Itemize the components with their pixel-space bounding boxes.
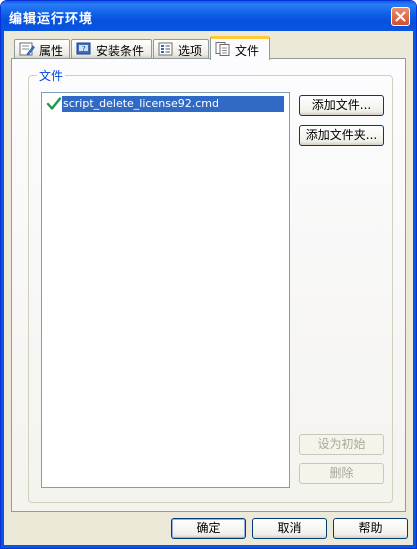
- ok-button[interactable]: 确定: [171, 518, 246, 539]
- tab-label: 选项: [178, 44, 203, 58]
- window-title: 编辑运行环境: [9, 12, 94, 27]
- svg-text:?: ?: [82, 45, 86, 53]
- window-frame-right: [413, 31, 416, 548]
- window-frame-bottom: [1, 545, 416, 548]
- file-name: script_delete_license92.cmd: [62, 96, 284, 112]
- help-button[interactable]: 帮助: [333, 518, 408, 539]
- delete-button[interactable]: 删除: [299, 463, 384, 484]
- files-icon: [215, 42, 230, 56]
- tab-panel-files: 文件 script_delete_license92.cmd 添加文件... 添…: [11, 58, 406, 512]
- set-initial-button[interactable]: 设为初始: [299, 434, 384, 455]
- close-icon: [395, 11, 406, 22]
- tab-label: 属性: [39, 44, 64, 58]
- tab-label: 文件: [235, 44, 260, 58]
- tab-files[interactable]: 文件: [210, 36, 270, 60]
- tab-install-conditions[interactable]: ? 安装条件: [71, 39, 152, 58]
- title-bar[interactable]: 编辑运行环境: [1, 1, 416, 31]
- tab-options[interactable]: 选项: [153, 39, 209, 58]
- dialog-window: 编辑运行环境 属性 ? 安装条件 选项 文件 文件 script_delete_…: [0, 0, 417, 549]
- add-file-button[interactable]: 添加文件...: [299, 95, 384, 116]
- properties-icon: [19, 42, 35, 56]
- files-group-title: 文件: [37, 67, 66, 84]
- check-icon: [46, 97, 62, 110]
- add-folder-button[interactable]: 添加文件夹...: [299, 125, 384, 146]
- cancel-button[interactable]: 取消: [252, 518, 327, 539]
- window-frame-left: [1, 31, 4, 548]
- options-icon: [158, 42, 173, 56]
- tab-label: 安装条件: [96, 44, 145, 58]
- tab-properties[interactable]: 属性: [14, 39, 70, 58]
- list-item[interactable]: script_delete_license92.cmd: [46, 96, 284, 112]
- file-list[interactable]: script_delete_license92.cmd: [41, 92, 290, 488]
- close-button[interactable]: [391, 7, 410, 26]
- install-conditions-icon: ?: [76, 42, 91, 55]
